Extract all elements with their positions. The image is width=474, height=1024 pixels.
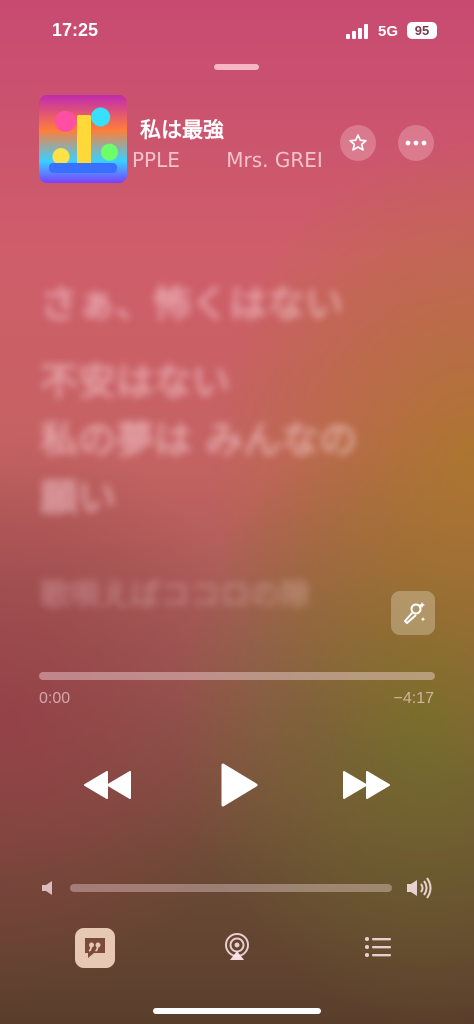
lyric-line[interactable]: 私の夢は みんなの: [40, 411, 430, 469]
volume-high-icon: [405, 876, 435, 900]
album-art[interactable]: [39, 95, 127, 183]
artist-name-fragment: Mrs. GREI: [226, 148, 323, 172]
status-bar: 17:25 5G 95: [0, 0, 474, 60]
volume-slider[interactable]: [70, 884, 392, 892]
queue-list-icon: [365, 937, 391, 957]
sing-mode-button[interactable]: [391, 591, 435, 635]
play-button[interactable]: [215, 760, 261, 810]
queue-button[interactable]: [362, 932, 394, 962]
lyric-line[interactable]: 願い: [40, 469, 430, 527]
volume-low-icon: [38, 878, 58, 898]
album-name-fragment: PPLE: [132, 148, 180, 172]
star-icon: [349, 134, 367, 151]
home-indicator[interactable]: [153, 1008, 321, 1014]
lyrics-view[interactable]: さぁ、怖くはない 不安はない 私の夢は みんなの 願い 歌唄えばココロの隙: [40, 275, 430, 625]
ellipsis-icon: [405, 140, 427, 146]
rewind-button[interactable]: [80, 765, 134, 805]
lyric-line[interactable]: さぁ、怖くはない: [40, 275, 430, 333]
lyrics-button[interactable]: [75, 928, 115, 968]
sheet-grabber[interactable]: [214, 64, 259, 70]
microphone-sparkle-icon: [404, 602, 426, 624]
airplay-icon: [225, 933, 249, 960]
lyrics-quote-icon: [85, 938, 105, 958]
fast-forward-button[interactable]: [340, 765, 394, 805]
remaining-time: −4:17: [393, 690, 434, 707]
fast-forward-icon: [343, 771, 390, 799]
clock: 17:25: [52, 20, 99, 40]
cellular-signal-icon: [346, 24, 370, 39]
playback-scrubber[interactable]: [39, 672, 435, 680]
battery-indicator: 95: [407, 22, 437, 39]
more-options-button[interactable]: [398, 125, 434, 161]
lyric-line[interactable]: 歌唄えばココロの隙: [40, 567, 430, 625]
play-icon: [221, 763, 258, 807]
song-title[interactable]: 私は最強: [140, 114, 224, 144]
airplay-button[interactable]: [221, 931, 253, 963]
lyric-line[interactable]: 不安はない: [40, 353, 430, 411]
rewind-icon: [84, 771, 131, 799]
elapsed-time: 0:00: [39, 690, 71, 707]
artist-album-marquee[interactable]: PPLE Mrs. GREI: [132, 148, 334, 176]
network-type: 5G: [378, 23, 399, 40]
favorite-button[interactable]: [340, 125, 376, 161]
